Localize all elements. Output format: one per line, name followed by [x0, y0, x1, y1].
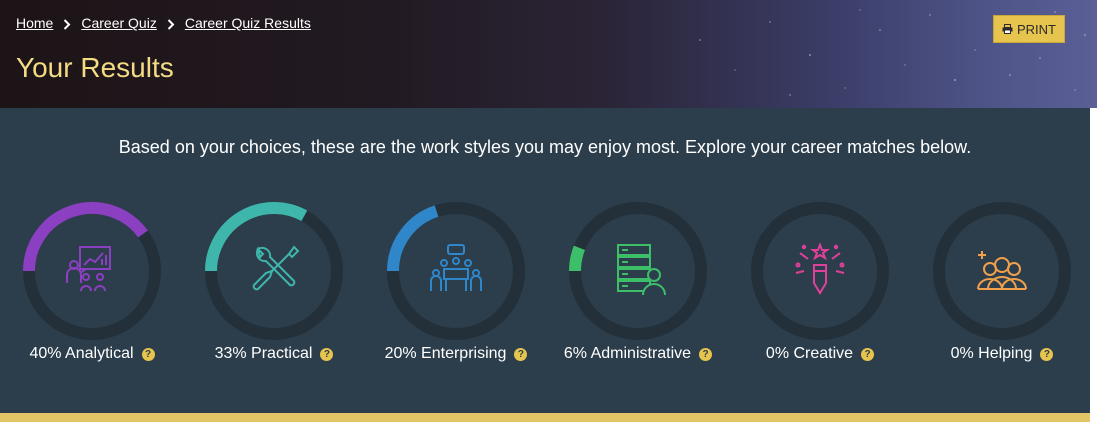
- ring-progress-arc: [569, 245, 586, 272]
- work-style-practical[interactable]: 33% Practical ?: [182, 200, 362, 370]
- help-icon[interactable]: ?: [699, 347, 713, 361]
- help-icon[interactable]: ?: [1040, 347, 1054, 361]
- server-user-icon: [617, 244, 666, 296]
- work-style-label-row: 0% Helping ?: [910, 345, 1094, 363]
- work-style-label: 0% Creative: [765, 345, 854, 362]
- work-style-label: 6% Administrative: [563, 345, 692, 362]
- work-style-analytical[interactable]: 40% Analytical ?: [0, 200, 180, 370]
- breadcrumb-career-quiz-results[interactable]: Career Quiz Results: [185, 15, 311, 31]
- work-style-label: 20% Enterprising: [384, 345, 507, 362]
- print-button[interactable]: PRINT: [993, 15, 1065, 43]
- breadcrumb-home[interactable]: Home: [16, 15, 53, 31]
- work-style-label: 40% Analytical: [29, 345, 134, 362]
- help-icon[interactable]: ?: [320, 347, 334, 361]
- meeting-icon: [430, 244, 482, 291]
- page-edge: [1090, 108, 1097, 422]
- help-icon[interactable]: ?: [514, 347, 528, 361]
- help-icon[interactable]: ?: [141, 347, 155, 361]
- work-style-administrative[interactable]: 6% Administrative ?: [546, 200, 726, 370]
- work-style-label-row: 0% Creative ?: [728, 345, 912, 363]
- section-divider: [0, 413, 1090, 422]
- work-style-creative[interactable]: 0% Creative ?: [728, 200, 908, 370]
- page-header: Home Career Quiz Career Quiz Results You…: [0, 0, 1097, 108]
- work-style-helping[interactable]: 0% Helping ?: [910, 200, 1090, 370]
- printer-icon: [1002, 22, 1013, 37]
- presentation-chart-icon: [66, 246, 111, 292]
- work-styles: 40% Analytical ? 33% Practical ? 20% Ent…: [0, 108, 1090, 413]
- helping-people-icon: [977, 251, 1027, 290]
- creative-pencil-icon: [795, 242, 845, 295]
- work-style-enterprising[interactable]: 20% Enterprising ?: [364, 200, 544, 370]
- chevron-right-icon: [157, 15, 185, 31]
- work-style-label: 0% Helping: [950, 345, 1033, 362]
- work-style-label-row: 40% Analytical ?: [0, 345, 184, 363]
- chevron-right-icon: [53, 15, 81, 31]
- page-title: Your Results: [16, 52, 174, 83]
- work-style-label-row: 20% Enterprising ?: [364, 345, 548, 363]
- work-style-label-row: 33% Practical ?: [182, 345, 366, 363]
- print-label: PRINT: [1017, 21, 1056, 37]
- work-style-label: 33% Practical: [214, 345, 313, 362]
- tools-icon: [252, 245, 300, 291]
- breadcrumb-career-quiz[interactable]: Career Quiz: [81, 15, 156, 31]
- help-icon[interactable]: ?: [861, 347, 875, 361]
- breadcrumb: Home Career Quiz Career Quiz Results: [16, 15, 311, 31]
- results-panel: Based on your choices, these are the wor…: [0, 108, 1090, 413]
- work-style-label-row: 6% Administrative ?: [546, 345, 730, 363]
